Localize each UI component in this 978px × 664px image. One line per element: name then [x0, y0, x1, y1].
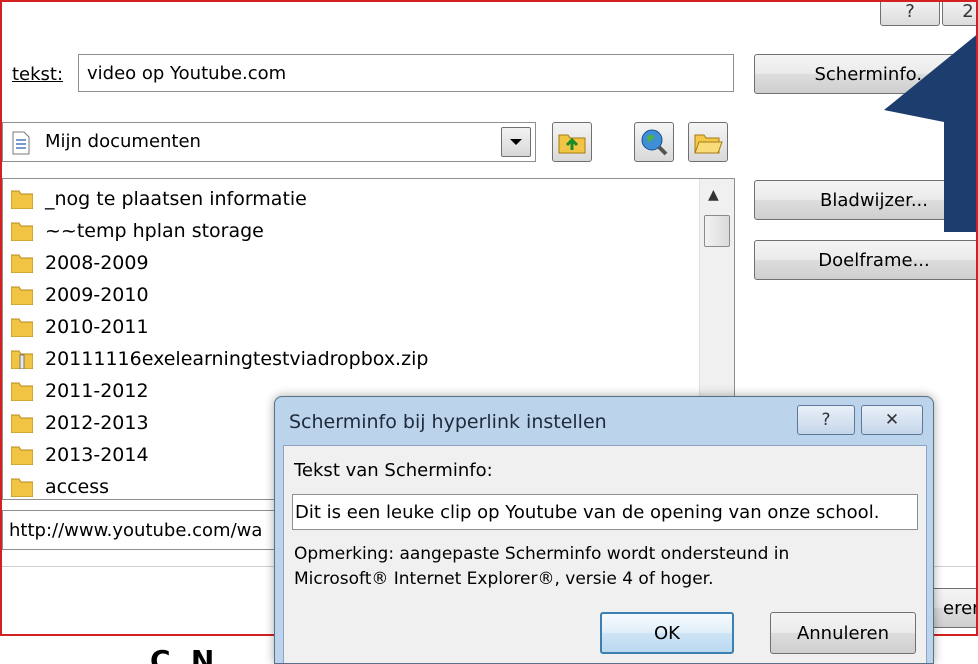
- chevron-down-icon: [510, 139, 522, 145]
- list-item[interactable]: 2009-2010: [3, 279, 149, 311]
- folder-icon: [11, 222, 33, 241]
- list-item[interactable]: 2012-2013: [3, 407, 149, 439]
- dialog-note: Opmerking: aangepaste Scherminfo wordt o…: [294, 542, 789, 592]
- file-name: 20111116exelearningtestviadropbox.zip: [45, 348, 429, 370]
- look-in-combo[interactable]: Mijn documenten: [2, 122, 536, 162]
- dialog-close-button[interactable]: ✕: [861, 405, 923, 435]
- browse-web-icon: [641, 129, 668, 156]
- scroll-up-icon[interactable]: ▲: [708, 187, 719, 203]
- link-text-input[interactable]: video op Youtube.com: [78, 54, 734, 92]
- scroll-thumb[interactable]: [704, 215, 730, 247]
- zip-file-icon: [11, 350, 33, 369]
- file-name: access: [45, 476, 110, 498]
- document-icon: [12, 131, 30, 155]
- screentip-text-input[interactable]: Dit is een leuke clip op Youtube van de …: [292, 494, 918, 530]
- folder-icon: [11, 190, 33, 209]
- ok-button-label: OK: [654, 622, 680, 644]
- browse-web-button[interactable]: [634, 122, 674, 162]
- folder-icon: [11, 254, 33, 273]
- screentip-dialog: Scherminfo bij hyperlink instellen ? ✕ T…: [274, 396, 934, 664]
- callout-arrow: [884, 35, 976, 232]
- list-item[interactable]: 2011-2012: [3, 375, 149, 407]
- ok-button[interactable]: OK: [600, 612, 734, 654]
- target-frame-button[interactable]: Doelframe...: [754, 240, 976, 280]
- list-item[interactable]: 2013-2014: [3, 439, 149, 471]
- close-icon: ✕: [884, 410, 900, 430]
- browse-file-button[interactable]: [688, 122, 728, 162]
- list-item[interactable]: 2008-2009: [3, 247, 149, 279]
- note-line: Microsoft® Internet Explorer®, versie 4 …: [294, 569, 714, 589]
- dropdown-arrow-button[interactable]: [501, 127, 531, 157]
- list-item[interactable]: _nog te plaatsen informatie: [3, 183, 307, 215]
- file-name: 2013-2014: [45, 444, 149, 466]
- folder-icon: [11, 478, 33, 497]
- note-line: Opmerking: aangepaste Scherminfo wordt o…: [294, 544, 790, 564]
- target-frame-button-label: Doelframe...: [818, 249, 930, 271]
- browse-file-icon: [694, 134, 723, 154]
- up-folder-button[interactable]: [552, 122, 592, 162]
- folder-icon: [11, 446, 33, 465]
- folder-icon: [11, 414, 33, 433]
- file-name: 2008-2009: [45, 252, 149, 274]
- folder-icon: [11, 286, 33, 305]
- folder-icon: [11, 382, 33, 401]
- dialog-body: Tekst van Scherminfo: Dit is een leuke c…: [283, 445, 927, 663]
- list-item[interactable]: 20111116exelearningtestviadropbox.zip: [3, 343, 428, 375]
- file-name: ~~temp hplan storage: [45, 220, 264, 242]
- folder-icon: [11, 318, 33, 337]
- cancel-button[interactable]: Annuleren: [770, 612, 916, 654]
- dialog-title: Scherminfo bij hyperlink instellen: [289, 411, 607, 433]
- dialog-help-button[interactable]: ?: [797, 405, 855, 435]
- list-item[interactable]: ~~temp hplan storage: [3, 215, 264, 247]
- list-item[interactable]: 2010-2011: [3, 311, 149, 343]
- cancel-button-label: Annuleren: [796, 622, 890, 644]
- file-name: 2012-2013: [45, 412, 149, 434]
- up-folder-icon: [558, 134, 586, 154]
- list-item[interactable]: access: [3, 471, 110, 499]
- screentip-text-label: Tekst van Scherminfo:: [294, 460, 493, 481]
- address-input[interactable]: http://www.youtube.com/wa: [2, 510, 292, 550]
- file-name: 2009-2010: [45, 284, 149, 306]
- file-name: _nog te plaatsen informatie: [45, 188, 307, 210]
- help-icon: ?: [821, 410, 831, 430]
- file-name: 2010-2011: [45, 316, 149, 338]
- remove-link-button-label: eren: [943, 597, 976, 619]
- look-in-value: Mijn documenten: [45, 131, 201, 152]
- title-bar: ? 2: [2, 2, 976, 42]
- link-text-label: tekst:: [12, 64, 64, 85]
- file-name: 2011-2012: [45, 380, 149, 402]
- document-heading-partial: C. N: [150, 644, 215, 664]
